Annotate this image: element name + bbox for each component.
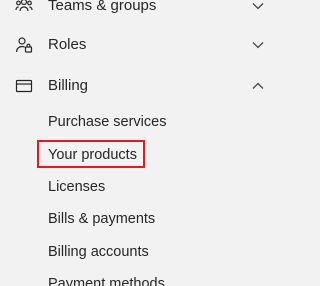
sub-item-billing-accounts[interactable]: Billing accounts: [0, 238, 275, 266]
nav-item-roles[interactable]: Roles: [0, 29, 275, 61]
teams-icon: [14, 0, 34, 16]
roles-icon: [14, 35, 34, 55]
chevron-down-icon[interactable]: [250, 0, 266, 14]
sub-item-payment-methods[interactable]: Payment methods: [0, 270, 275, 286]
sub-item-licenses[interactable]: Licenses: [0, 173, 275, 201]
sub-item-label: Licenses: [48, 179, 106, 195]
billing-icon: [14, 76, 34, 96]
nav-item-teams-groups[interactable]: Teams & groups: [0, 0, 275, 22]
nav-item-billing[interactable]: Billing: [0, 70, 275, 102]
nav-item-label: Teams & groups: [48, 0, 157, 14]
sub-item-label: Billing accounts: [48, 244, 149, 260]
chevron-up-icon[interactable]: [250, 78, 266, 94]
sub-item-label: Bills & payments: [48, 211, 156, 227]
sub-item-bills-payments[interactable]: Bills & payments: [0, 205, 275, 233]
sub-item-label: Your products: [48, 147, 137, 163]
nav-item-label: Billing: [48, 77, 89, 94]
sub-item-label: Purchase services: [48, 114, 167, 130]
nav-item-label: Roles: [48, 36, 87, 53]
sub-item-purchase-services[interactable]: Purchase services: [0, 108, 275, 136]
admin-nav: Teams & groups Roles Billing Purchase se…: [0, 0, 275, 286]
sub-item-label: Payment methods: [48, 276, 165, 286]
sub-item-your-products[interactable]: Your products: [0, 141, 275, 169]
chevron-down-icon[interactable]: [250, 37, 266, 53]
